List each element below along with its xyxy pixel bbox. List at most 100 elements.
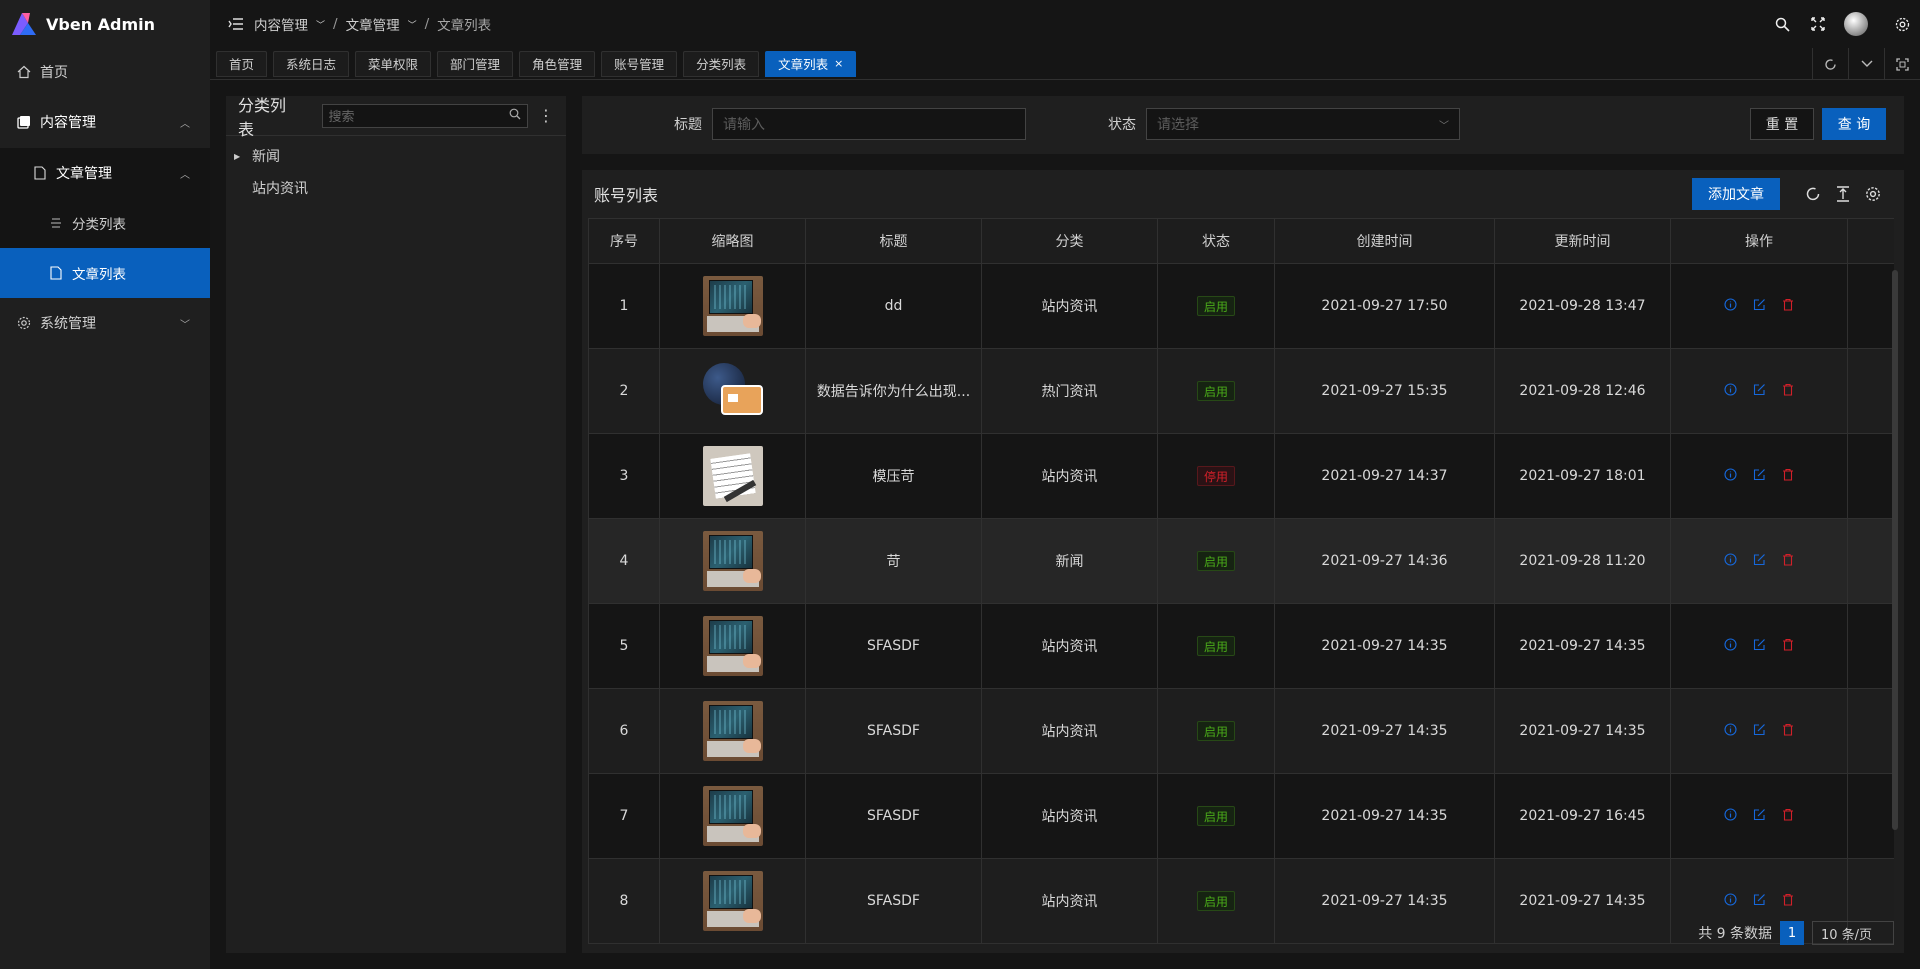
thumbnail-image[interactable] bbox=[702, 871, 763, 931]
query-button[interactable]: 查 询 bbox=[1822, 108, 1886, 140]
cell-updated-time: 2021-09-27 14:35 bbox=[1495, 689, 1671, 773]
cell-status: 启用 bbox=[1158, 604, 1275, 688]
page-size-select[interactable]: 10 条/页 bbox=[1812, 921, 1894, 945]
status-badge: 启用 bbox=[1196, 721, 1235, 741]
edit-icon[interactable] bbox=[1753, 808, 1766, 825]
sidebar-item-article-list[interactable]: 文章列表 bbox=[0, 248, 210, 298]
delete-icon[interactable] bbox=[1782, 808, 1794, 825]
tab-label: 部门管理 bbox=[450, 57, 501, 72]
table-row[interactable]: 3 模压苛 站内资讯 停用 2021-09-27 14:37 2021-09-27 18:… bbox=[588, 434, 1894, 519]
search-icon[interactable] bbox=[1764, 0, 1800, 48]
settings-icon[interactable] bbox=[1858, 186, 1888, 202]
sidebar-item-articles[interactable]: 文章管理 ︿ bbox=[0, 148, 210, 198]
info-icon[interactable] bbox=[1724, 807, 1737, 825]
add-article-button[interactable]: 添加文章 bbox=[1692, 178, 1780, 210]
tree-search-placeholder: 搜索 bbox=[328, 110, 355, 125]
caret-right-icon[interactable]: ▶ bbox=[234, 152, 252, 161]
tree-node[interactable]: ▶ 新闻 bbox=[226, 140, 566, 172]
more-vertical-icon[interactable]: ⋮ bbox=[538, 106, 554, 125]
table-row[interactable]: 2 数据告诉你为什么出现... 热门资讯 启用 2021-09-27 15:35 2021… bbox=[588, 349, 1894, 434]
table-row[interactable]: 5 SFASDF 站内资讯 启用 2021-09-27 14:35 2021-09-27 … bbox=[588, 604, 1894, 689]
breadcrumb-item[interactable]: 文章管理 bbox=[346, 14, 400, 34]
cell-created-time: 2021-09-27 14:35 bbox=[1275, 689, 1495, 773]
table-scrollbar[interactable] bbox=[1892, 270, 1898, 830]
logo[interactable]: Vben Admin bbox=[0, 0, 210, 48]
delete-icon[interactable] bbox=[1782, 383, 1794, 400]
edit-icon[interactable] bbox=[1753, 638, 1766, 655]
delete-icon[interactable] bbox=[1782, 468, 1794, 485]
sidebar-item-system[interactable]: 系统管理 ﹀ bbox=[0, 298, 210, 348]
status-select[interactable]: 请选择 ﹀ bbox=[1146, 108, 1460, 140]
info-icon[interactable] bbox=[1724, 722, 1737, 740]
tab-home[interactable]: 首页 bbox=[216, 50, 268, 77]
breadcrumb: 内容管理 ﹀ / 文章管理 ﹀ / 文章列表 bbox=[254, 14, 491, 34]
column-height-icon[interactable] bbox=[1828, 186, 1858, 202]
tree-search-input[interactable]: 搜索 bbox=[321, 103, 528, 128]
tab-label: 账号管理 bbox=[614, 57, 665, 72]
sidebar-item-label: 首页 bbox=[40, 65, 68, 81]
edit-icon[interactable] bbox=[1753, 383, 1766, 400]
tab-role[interactable]: 角色管理 bbox=[519, 50, 596, 77]
info-icon[interactable] bbox=[1724, 892, 1737, 910]
thumbnail-image[interactable] bbox=[702, 531, 763, 591]
fullscreen-icon[interactable] bbox=[1800, 0, 1836, 48]
sidebar-item-home[interactable]: 首页 bbox=[0, 48, 210, 96]
sidebar-item-content[interactable]: 内容管理 ︿ bbox=[0, 96, 210, 148]
table-row[interactable]: 6 SFASDF 站内资讯 启用 2021-09-27 14:35 2021-09-27 … bbox=[588, 689, 1894, 774]
thumbnail-image[interactable] bbox=[702, 701, 763, 761]
tab-category-list[interactable]: 分类列表 bbox=[683, 50, 760, 77]
cell-actions bbox=[1671, 434, 1848, 518]
sidebar-item-category-list[interactable]: 分类列表 bbox=[0, 198, 210, 248]
refresh-icon[interactable] bbox=[1798, 186, 1828, 202]
avatar[interactable] bbox=[1844, 12, 1868, 36]
edit-icon[interactable] bbox=[1753, 468, 1766, 485]
thumbnail-image[interactable] bbox=[702, 446, 763, 506]
info-icon[interactable] bbox=[1724, 297, 1737, 315]
info-icon[interactable] bbox=[1724, 552, 1737, 570]
delete-icon[interactable] bbox=[1782, 723, 1794, 740]
tab-system-log[interactable]: 系统日志 bbox=[273, 50, 350, 77]
delete-icon[interactable] bbox=[1782, 893, 1794, 910]
delete-icon[interactable] bbox=[1782, 638, 1794, 655]
refresh-icon[interactable] bbox=[1812, 48, 1848, 80]
settings-icon[interactable] bbox=[1884, 0, 1920, 48]
table-row[interactable]: 7 SFASDF 站内资讯 启用 2021-09-27 14:35 2021-09-27 … bbox=[588, 774, 1894, 859]
tab-menu-permission[interactable]: 菜单权限 bbox=[355, 50, 432, 77]
tree-node[interactable]: 站内资讯 bbox=[226, 172, 566, 204]
expand-icon[interactable] bbox=[1884, 48, 1920, 80]
tab-account[interactable]: 账号管理 bbox=[601, 50, 678, 77]
thumbnail-image[interactable] bbox=[702, 276, 763, 336]
thumbnail-image[interactable] bbox=[702, 786, 763, 846]
delete-icon[interactable] bbox=[1782, 298, 1794, 315]
top-header: 内容管理 ﹀ / 文章管理 ﹀ / 文章列表 bbox=[210, 0, 1920, 48]
edit-icon[interactable] bbox=[1753, 298, 1766, 315]
thumbnail-image[interactable] bbox=[702, 616, 763, 676]
cell-category: 热门资讯 bbox=[982, 349, 1158, 433]
edit-icon[interactable] bbox=[1753, 893, 1766, 910]
table-row[interactable]: 4 苛新闻 启用 2021-09-27 14:36 2021-09-28 11:20 bbox=[588, 519, 1894, 604]
tab-department[interactable]: 部门管理 bbox=[437, 50, 514, 77]
chevron-down-icon[interactable] bbox=[1848, 48, 1884, 80]
table-row[interactable]: 1 dd 站内资讯 启用 2021-09-27 17:50 2021-09-28 13:4… bbox=[588, 264, 1894, 349]
thumbnail-image[interactable] bbox=[702, 361, 763, 421]
info-icon[interactable] bbox=[1724, 467, 1737, 485]
cell-category: 站内资讯 bbox=[982, 264, 1158, 348]
edit-icon[interactable] bbox=[1753, 553, 1766, 570]
cell-updated-time: 2021-09-28 13:47 bbox=[1495, 264, 1671, 348]
edit-icon[interactable] bbox=[1753, 723, 1766, 740]
menu-fold-icon[interactable] bbox=[218, 0, 254, 48]
breadcrumb-item[interactable]: 内容管理 bbox=[254, 14, 308, 34]
close-icon[interactable]: × bbox=[834, 57, 843, 70]
delete-icon[interactable] bbox=[1782, 553, 1794, 570]
sidebar-item-label: 文章管理 bbox=[56, 166, 112, 182]
tab-article-list[interactable]: 文章列表 × bbox=[765, 50, 857, 77]
breadcrumb-separator: / bbox=[333, 16, 338, 32]
title-input[interactable]: 请输入 bbox=[712, 108, 1026, 140]
column-header: 状态 bbox=[1158, 219, 1275, 263]
info-icon[interactable] bbox=[1724, 382, 1737, 400]
cell-index: 3 bbox=[588, 434, 660, 518]
reset-button[interactable]: 重 置 bbox=[1750, 108, 1814, 140]
chevron-down-icon: ﹀ bbox=[316, 20, 326, 31]
page-number-button[interactable]: 1 bbox=[1780, 921, 1804, 945]
info-icon[interactable] bbox=[1724, 637, 1737, 655]
